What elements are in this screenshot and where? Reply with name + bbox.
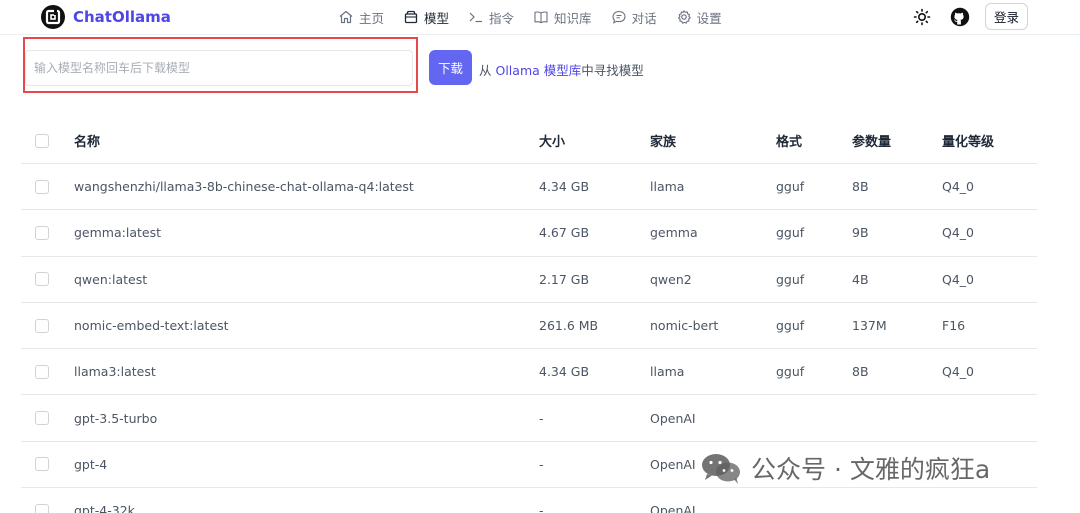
model-family: llama bbox=[650, 179, 685, 195]
table-row[interactable]: nomic-embed-text:latest 261.6 MB nomic-ber… bbox=[21, 303, 1037, 350]
table-row[interactable]: llama3:latest 4.34 GB llama gguf 8B Q4_0 bbox=[21, 349, 1037, 396]
table-row[interactable]: gpt-3.5-turbo - OpenAI bbox=[21, 395, 1037, 442]
model-name: qwen:latest bbox=[74, 271, 148, 287]
table-row[interactable]: gemma:latest 4.67 GB gemma gguf 9B Q4_0 bbox=[21, 210, 1037, 257]
github-icon[interactable] bbox=[950, 7, 970, 27]
nav-item-settings[interactable]: 设置 bbox=[676, 7, 722, 27]
nav-label-home: 主页 bbox=[359, 10, 385, 26]
nav-label-knowledge-base: 知识库 bbox=[554, 10, 592, 26]
model-params: 8B bbox=[852, 364, 869, 380]
brand[interactable]: ChatOllama bbox=[41, 5, 171, 29]
model-quantization: Q4_0 bbox=[942, 271, 974, 287]
watermark-text: 公众号 · 文雅的疯狂a bbox=[751, 455, 991, 484]
hint-suffix: 中寻找模型 bbox=[581, 63, 644, 78]
nav-label-instructions: 指令 bbox=[489, 10, 515, 26]
model-params: 9B bbox=[852, 225, 869, 241]
wechat-icon bbox=[702, 454, 740, 484]
column-header-format[interactable]: 格式 bbox=[776, 118, 802, 163]
watermark: 公众号 · 文雅的疯狂a bbox=[699, 448, 990, 488]
model-size: - bbox=[539, 410, 544, 426]
row-checkbox[interactable] bbox=[35, 272, 49, 287]
nav-label-models: 模型 bbox=[424, 10, 450, 26]
model-name: gpt-4-32k bbox=[74, 503, 135, 513]
model-format: gguf bbox=[776, 364, 805, 380]
model-family: nomic-bert bbox=[650, 318, 719, 334]
brand-name: ChatOllama bbox=[73, 8, 171, 26]
model-name-input[interactable] bbox=[25, 50, 413, 86]
row-checkbox[interactable] bbox=[35, 411, 49, 426]
table-header-row: 名称 大小 家族 格式 参数量 量化等级 bbox=[21, 118, 1037, 164]
nav-item-knowledge-base[interactable]: 知识库 bbox=[533, 7, 592, 27]
model-name: gpt-3.5-turbo bbox=[74, 410, 158, 426]
model-name: llama3:latest bbox=[74, 364, 156, 380]
nav-label-settings: 设置 bbox=[696, 10, 722, 26]
model-format: gguf bbox=[776, 271, 805, 287]
model-size: 4.34 GB bbox=[539, 364, 590, 380]
model-name: gemma:latest bbox=[74, 225, 161, 241]
login-button[interactable]: 登录 bbox=[985, 3, 1028, 30]
column-header-family[interactable]: 家族 bbox=[650, 118, 676, 163]
model-family: OpenAI bbox=[650, 456, 696, 472]
gear-icon bbox=[677, 10, 691, 24]
model-name: gpt-4 bbox=[74, 456, 108, 472]
main-nav: 主页 模型 指令 知识库 对话 设置 bbox=[338, 7, 741, 27]
model-size: 4.67 GB bbox=[539, 225, 590, 241]
model-format: gguf bbox=[776, 179, 805, 195]
model-params: 8B bbox=[852, 179, 869, 195]
table-row[interactable]: qwen:latest 2.17 GB qwen2 gguf 4B Q4_0 bbox=[21, 257, 1037, 303]
model-family: llama bbox=[650, 364, 685, 380]
terminal-icon bbox=[469, 12, 483, 23]
chatollama-logo-icon bbox=[41, 5, 65, 29]
table-row[interactable]: gpt-4-32k - OpenAI bbox=[21, 488, 1037, 513]
model-format: gguf bbox=[776, 225, 805, 241]
model-family: qwen2 bbox=[650, 271, 692, 287]
row-checkbox[interactable] bbox=[35, 318, 49, 333]
column-header-params[interactable]: 参数量 bbox=[852, 118, 891, 163]
column-header-quantization[interactable]: 量化等级 bbox=[942, 118, 994, 163]
model-family: OpenAI bbox=[650, 410, 696, 426]
hint-prefix: 从 bbox=[479, 63, 492, 78]
nav-item-home[interactable]: 主页 bbox=[338, 7, 384, 27]
row-checkbox[interactable] bbox=[35, 457, 49, 472]
model-format: gguf bbox=[776, 318, 805, 334]
home-icon bbox=[339, 10, 353, 24]
row-checkbox[interactable] bbox=[35, 225, 49, 240]
row-checkbox[interactable] bbox=[35, 179, 49, 194]
nav-item-models[interactable]: 模型 bbox=[403, 7, 449, 27]
column-header-size[interactable]: 大小 bbox=[539, 118, 565, 163]
select-all-checkbox[interactable] bbox=[35, 133, 49, 148]
ollama-library-link[interactable]: Ollama 模型库 bbox=[496, 63, 582, 78]
model-params: 4B bbox=[852, 271, 869, 287]
model-params: 137M bbox=[852, 318, 887, 334]
top-header: ChatOllama 主页 模型 指令 知识库 对话 设置 登录 bbox=[0, 0, 1080, 35]
model-size: - bbox=[539, 456, 544, 472]
model-library-hint: 从 Ollama 模型库中寻找模型 bbox=[479, 60, 644, 79]
nav-label-chat: 对话 bbox=[631, 10, 657, 26]
row-checkbox[interactable] bbox=[35, 503, 49, 513]
model-size: 261.6 MB bbox=[539, 318, 599, 334]
model-size: 4.34 GB bbox=[539, 179, 590, 195]
chat-icon bbox=[612, 10, 626, 24]
nav-item-chat[interactable]: 对话 bbox=[611, 7, 657, 27]
download-button[interactable]: 下载 bbox=[429, 50, 472, 85]
model-size: - bbox=[539, 503, 544, 513]
sun-icon[interactable] bbox=[912, 7, 932, 27]
nav-item-instructions[interactable]: 指令 bbox=[468, 7, 514, 27]
model-quantization: F16 bbox=[942, 318, 966, 334]
table-row[interactable]: wangshenzhi/llama3-8b-chinese-chat-ollam… bbox=[21, 164, 1037, 211]
model-quantization: Q4_0 bbox=[942, 225, 974, 241]
book-icon bbox=[534, 11, 548, 24]
row-checkbox[interactable] bbox=[35, 364, 49, 379]
column-header-name[interactable]: 名称 bbox=[74, 118, 100, 163]
model-name: nomic-embed-text:latest bbox=[74, 318, 229, 334]
model-family: gemma bbox=[650, 225, 698, 241]
model-family: OpenAI bbox=[650, 503, 696, 513]
model-quantization: Q4_0 bbox=[942, 364, 974, 380]
model-quantization: Q4_0 bbox=[942, 179, 974, 195]
model-name: wangshenzhi/llama3-8b-chinese-chat-ollam… bbox=[74, 179, 414, 195]
model-icon bbox=[404, 10, 418, 24]
model-size: 2.17 GB bbox=[539, 271, 590, 287]
